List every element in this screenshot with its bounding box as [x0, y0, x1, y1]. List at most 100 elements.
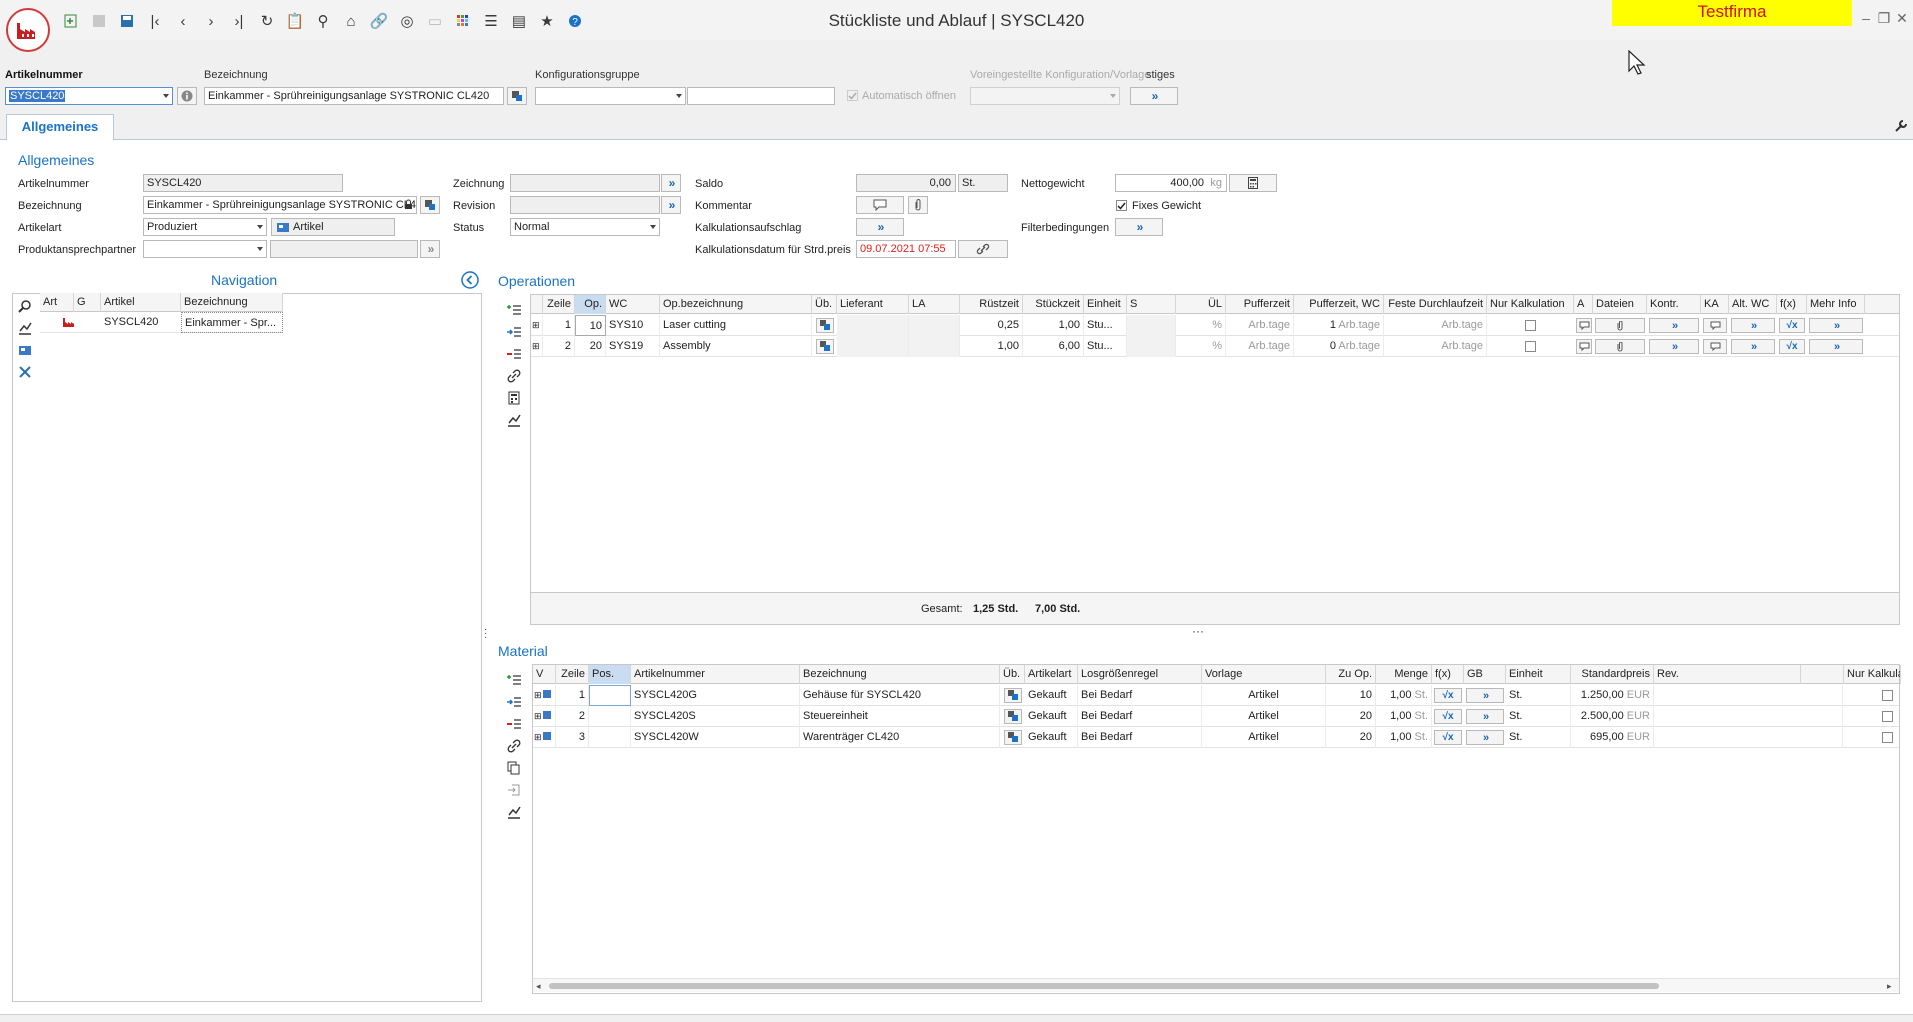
- mat-cell-artikelart[interactable]: Gekauft: [1025, 685, 1078, 706]
- op-col-ruestzeit[interactable]: Rüstzeit: [960, 295, 1023, 314]
- mat-col-zu-op[interactable]: Zu Op.: [1326, 665, 1376, 684]
- gen-kalkulationsaufschlag-nav[interactable]: »: [856, 218, 904, 236]
- mat-nur-kalkulation-checkbox[interactable]: [1882, 690, 1893, 701]
- mat-cell-artikelnummer[interactable]: SYSCL420G: [631, 685, 800, 706]
- op-col-la[interactable]: LA: [909, 295, 960, 314]
- op-col-ka[interactable]: KA: [1701, 295, 1729, 314]
- nav-col-bezeichnung[interactable]: Bezeichnung: [181, 293, 283, 312]
- konfigurationsgruppe-select[interactable]: [535, 87, 686, 105]
- mat-col-pos[interactable]: Pos.: [589, 665, 631, 684]
- op-cell-lieferant[interactable]: [837, 336, 909, 357]
- mat-cell-bezeichnung[interactable]: Warenträger CL420: [800, 727, 1000, 748]
- gen-revision-field[interactable]: [510, 196, 660, 214]
- op-col-op[interactable]: Op.: [575, 295, 606, 314]
- op-cell-ruestzeit[interactable]: 1,00: [960, 336, 1023, 357]
- comment-icon[interactable]: [856, 196, 904, 214]
- op-fx-icon[interactable]: √x: [1779, 339, 1805, 354]
- gen-produktansprechpartner-select[interactable]: [143, 240, 267, 258]
- op-col-nur-kalkulation[interactable]: Nur Kalkulation: [1487, 295, 1574, 314]
- mat-col-rev[interactable]: Rev.: [1654, 665, 1801, 684]
- mat-add-row-icon[interactable]: [505, 671, 523, 689]
- gen-artikelnummer-field[interactable]: SYSCL420: [143, 174, 343, 192]
- scroll-left-icon[interactable]: ◂: [536, 981, 541, 992]
- table-row[interactable]: ⊞ 2 SYSCL420S Steuereinheit Gekauft Bei …: [533, 706, 1899, 727]
- artikelnummer-combo[interactable]: SYSCL420: [5, 87, 173, 105]
- mat-col-einheit[interactable]: Einheit: [1506, 665, 1571, 684]
- calculator-icon[interactable]: [1229, 174, 1277, 192]
- mat-col-menge[interactable]: Menge: [1376, 665, 1432, 684]
- gen-artikel-button[interactable]: Artikel: [271, 218, 395, 236]
- nav-col-artikel[interactable]: Artikel: [101, 293, 181, 312]
- sonstiges-button[interactable]: »: [1130, 87, 1178, 105]
- nav-col-g[interactable]: G: [74, 293, 101, 312]
- op-chart-icon[interactable]: [505, 411, 523, 429]
- op-cell-la[interactable]: [909, 315, 960, 336]
- mat-link-icon[interactable]: [505, 737, 523, 755]
- gen-status-select[interactable]: Normal: [510, 218, 660, 236]
- mat-col-gb[interactable]: GB: [1464, 665, 1506, 684]
- op-translate-icon[interactable]: [816, 339, 834, 354]
- op-comment-icon[interactable]: [1576, 339, 1592, 354]
- op-col-bezeichnung[interactable]: Op.bezeichnung: [660, 295, 812, 314]
- op-mehr-info-button[interactable]: »: [1809, 339, 1863, 354]
- translate-icon[interactable]: [507, 87, 527, 105]
- op-col-fx[interactable]: f(x): [1777, 295, 1807, 314]
- nav-search-icon[interactable]: [16, 297, 34, 315]
- op-nur-kalkulation-checkbox[interactable]: [1525, 320, 1536, 331]
- op-kontr-button[interactable]: »: [1649, 339, 1699, 354]
- fixes-gewicht-checkbox[interactable]: [1116, 200, 1127, 211]
- op-ka-comment-icon[interactable]: [1703, 339, 1727, 354]
- mat-cell-artikelart[interactable]: Gekauft: [1025, 706, 1078, 727]
- mat-col-bezeichnung[interactable]: Bezeichnung: [800, 665, 1000, 684]
- mat-cell-zu-op[interactable]: 20: [1326, 727, 1376, 748]
- mat-cell-zu-op[interactable]: 10: [1326, 685, 1376, 706]
- mat-cell-einheit[interactable]: St.: [1506, 727, 1571, 748]
- tab-allgemeines[interactable]: Allgemeines: [6, 114, 114, 140]
- op-ka-comment-icon[interactable]: [1703, 318, 1727, 333]
- mat-cell-artikelnummer[interactable]: SYSCL420S: [631, 706, 800, 727]
- mat-col-vorlage[interactable]: Vorlage: [1202, 665, 1326, 684]
- op-cell-feste[interactable]: Arb.tage: [1384, 336, 1487, 357]
- op-cell-op[interactable]: 20: [575, 336, 606, 357]
- collapse-navigation-icon[interactable]: [461, 271, 479, 289]
- bezeichnung-header-field[interactable]: Einkammer - Sprühreinigungsanlage SYSTRO…: [204, 87, 504, 105]
- nav-tools-icon[interactable]: [16, 363, 34, 381]
- op-col-dateien[interactable]: Dateien: [1593, 295, 1647, 314]
- op-cell-op[interactable]: 10: [575, 315, 606, 336]
- op-cell-bezeichnung[interactable]: Assembly: [660, 336, 812, 357]
- gen-bezeichnung-field[interactable]: Einkammer - Sprühreinigungsanlage SYSTRO…: [143, 196, 417, 214]
- expand-icon[interactable]: ⊞: [533, 685, 556, 706]
- op-cell-wc[interactable]: SYS10: [606, 315, 660, 336]
- material-horizontal-scrollbar[interactable]: ◂ ▸: [533, 978, 1899, 992]
- op-cell-la[interactable]: [909, 336, 960, 357]
- mat-gb-button[interactable]: »: [1466, 688, 1504, 703]
- expand-icon[interactable]: ⊞: [533, 706, 556, 727]
- mat-gb-button[interactable]: »: [1466, 709, 1504, 724]
- mat-col-ub[interactable]: Üb.: [1000, 665, 1025, 684]
- nav-col-art[interactable]: Art: [40, 293, 74, 312]
- mat-col-zeile[interactable]: Zeile: [556, 665, 589, 684]
- op-cell-einheit[interactable]: Stu...: [1084, 315, 1127, 336]
- mat-cell-vorlage[interactable]: Artikel: [1202, 727, 1326, 748]
- scrollbar-thumb[interactable]: [549, 983, 1659, 989]
- mat-translate-icon[interactable]: [1004, 730, 1022, 745]
- op-col-ul[interactable]: ÜL: [1176, 295, 1226, 314]
- mat-cell-artikelart[interactable]: Gekauft: [1025, 727, 1078, 748]
- mat-chart-icon[interactable]: [505, 803, 523, 821]
- op-cell-s[interactable]: [1127, 315, 1176, 336]
- op-cell-wc[interactable]: SYS19: [606, 336, 660, 357]
- mat-cell-bezeichnung[interactable]: Gehäuse für SYSCL420: [800, 685, 1000, 706]
- expand-icon[interactable]: ⊞: [531, 336, 543, 357]
- table-row[interactable]: ⊞ 2 20 SYS19 Assembly 1,00 6,00 Stu... %…: [531, 336, 1899, 357]
- attachment-icon[interactable]: [908, 196, 928, 214]
- gen-artikelart-select[interactable]: Produziert: [143, 218, 267, 236]
- op-comment-icon[interactable]: [1576, 318, 1592, 333]
- op-cell-ruestzeit[interactable]: 0,25: [960, 315, 1023, 336]
- op-link-icon[interactable]: [505, 367, 523, 385]
- mat-cell-losgroessenregel[interactable]: Bei Bedarf: [1078, 727, 1202, 748]
- op-translate-icon[interactable]: [816, 318, 834, 333]
- op-col-zeile[interactable]: Zeile: [543, 295, 575, 314]
- gen-filterbedingungen-nav[interactable]: »: [1115, 218, 1163, 236]
- op-col-kontr[interactable]: Kontr.: [1647, 295, 1701, 314]
- op-cell-ul[interactable]: %: [1176, 336, 1226, 357]
